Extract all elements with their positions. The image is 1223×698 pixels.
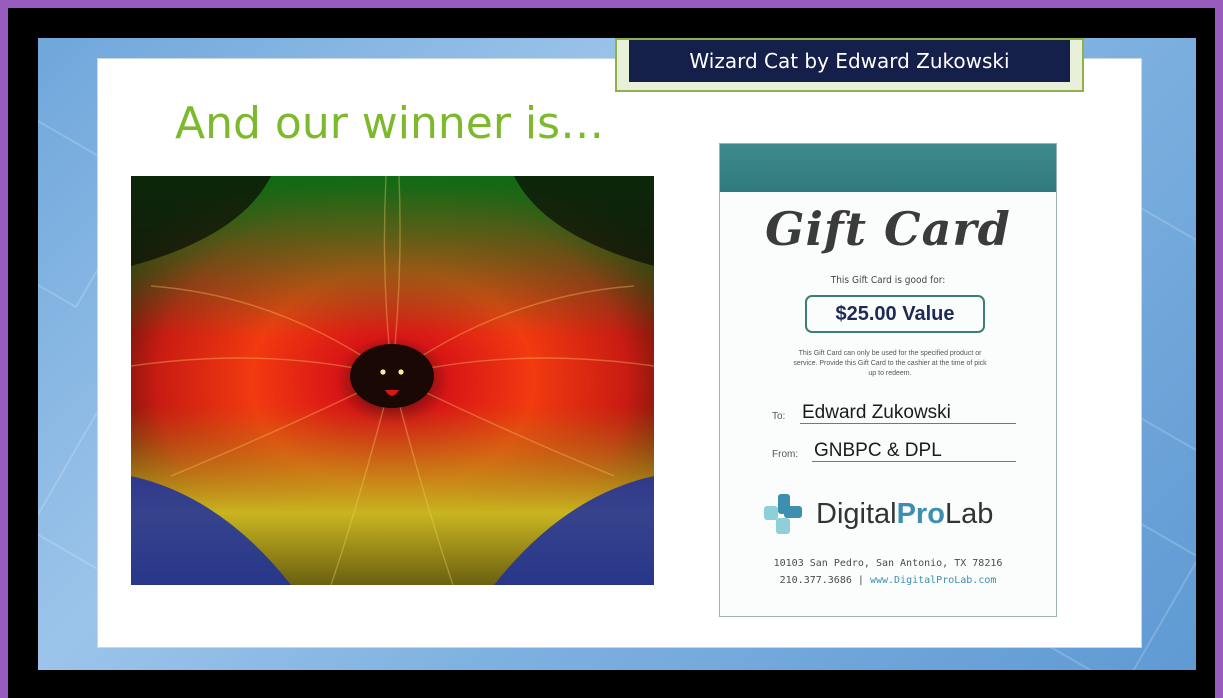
gift-card: Gift Card This Gift Card is good for: $2…	[719, 143, 1057, 617]
gift-card-to-row: To: Edward Zukowski	[772, 402, 1016, 424]
logo-digital: Digital	[816, 498, 897, 530]
gift-card-address: 10103 San Pedro, San Antonio, TX 78216	[773, 558, 1003, 569]
photo-artwork	[131, 176, 654, 585]
digitalprolab-logo-icon	[764, 494, 802, 534]
page-title: And our winner is…	[175, 98, 605, 149]
caption-text: Wizard Cat by Edward Zukowski	[629, 40, 1070, 82]
to-value: Edward Zukowski	[802, 402, 951, 423]
logo-pro: Pro	[896, 498, 945, 530]
from-value: GNBPC & DPL	[814, 440, 942, 461]
gift-card-value: $25.00 Value	[805, 295, 985, 333]
contact-separator: |	[857, 575, 864, 586]
gift-card-good-for: This Gift Card is good for:	[830, 275, 946, 286]
digitalprolab-logo: DigitalProLab	[762, 490, 1022, 536]
from-underline	[812, 461, 1016, 462]
gift-card-title: Gift Card	[765, 202, 1011, 256]
winning-photo	[131, 176, 654, 585]
logo-lab: Lab	[944, 498, 994, 530]
to-label: To:	[772, 411, 786, 422]
website-link[interactable]: www.DigitalProLab.com	[870, 575, 996, 586]
to-underline	[800, 423, 1016, 424]
gift-card-contact: 210.377.3686 | www.DigitalProLab.com	[720, 575, 1056, 586]
caption-box: Wizard Cat by Edward Zukowski	[615, 38, 1084, 92]
logo-wordmark: DigitalProLab	[816, 498, 993, 531]
gift-card-header-band	[720, 144, 1056, 192]
gift-card-terms: This Gift Card can only be used for the …	[793, 350, 987, 377]
phone-number: 210.377.3686	[779, 575, 852, 586]
gift-card-from-row: From: GNBPC & DPL	[772, 440, 1016, 462]
from-label: From:	[772, 449, 799, 460]
